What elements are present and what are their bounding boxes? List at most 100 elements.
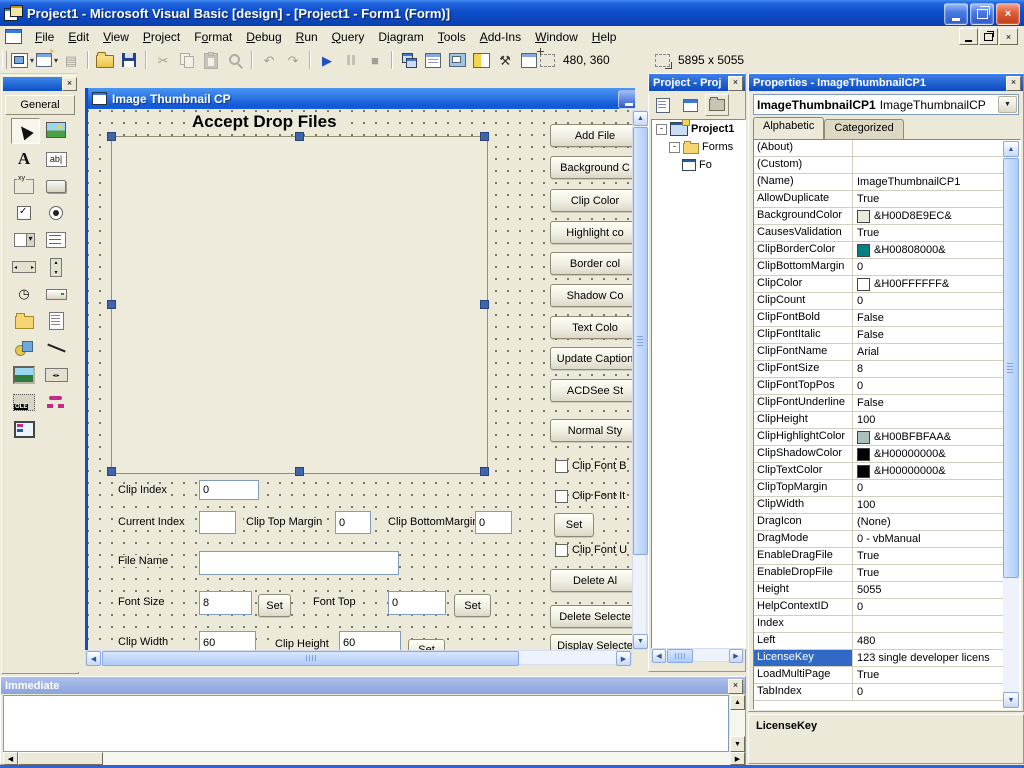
menu-window[interactable]: Window (528, 28, 585, 46)
project-explorer-close-button[interactable]: × (728, 76, 743, 91)
immediate-text-area[interactable] (3, 695, 729, 752)
property-row-tabindex[interactable]: TabIndex0 (754, 684, 1003, 701)
form-designer-titlebar[interactable]: Image Thumbnail CP (88, 88, 635, 109)
property-row-dragicon[interactable]: DragIcon(None) (754, 514, 1003, 531)
menu-debug[interactable]: Debug (239, 28, 288, 46)
selection-handle[interactable] (480, 467, 489, 476)
tool-ole[interactable] (11, 390, 38, 414)
form-minimize-button[interactable] (618, 90, 635, 109)
tree-node-forms[interactable]: -Forms (652, 138, 745, 156)
side-button-background-c[interactable]: Background C (550, 156, 632, 179)
tool-line[interactable] (43, 336, 70, 360)
property-row-clipfontsize[interactable]: ClipFontSize8 (754, 361, 1003, 378)
property-row-cliptextcolor[interactable]: ClipTextColor&H00000000& (754, 463, 1003, 480)
mdi-horizontal-scrollbar[interactable]: ◀ ▶ (85, 650, 632, 665)
mdi-minimize-button[interactable] (959, 28, 978, 45)
save-project-group-button[interactable] (118, 49, 140, 71)
property-value[interactable]: False (853, 327, 1003, 344)
property-value[interactable]: 123 single developer licens (853, 650, 1003, 667)
property-row-index[interactable]: Index (754, 616, 1003, 633)
property-row-backgroundcolor[interactable]: BackgroundColor&H00D8E9EC& (754, 208, 1003, 225)
add-form-dropdown-icon[interactable]: ▾ (54, 56, 58, 65)
side-button-add-file[interactable]: Add File (550, 124, 632, 147)
vertical-scroll-thumb[interactable] (633, 127, 648, 555)
property-row-enabledropfile[interactable]: EnableDropFileTrue (754, 565, 1003, 582)
property-row-custom[interactable]: (Custom) (754, 157, 1003, 174)
menu-tools[interactable]: Tools (431, 28, 473, 46)
tool-checkbox[interactable] (11, 201, 38, 225)
add-project-dropdown-icon[interactable]: ▾ (30, 56, 34, 65)
property-row-clipcount[interactable]: ClipCount0 (754, 293, 1003, 310)
tool-textbox[interactable] (43, 147, 70, 171)
tree-node-fo[interactable]: Fo (652, 156, 745, 174)
tool-frame[interactable] (11, 174, 38, 198)
checkbox-clip-font-b[interactable] (555, 460, 568, 473)
selection-handle[interactable] (295, 132, 304, 141)
mdi-restore-button[interactable] (979, 28, 998, 45)
selection-handle[interactable] (107, 132, 116, 141)
side-button-update-caption[interactable]: Update Caption (550, 347, 632, 370)
property-value[interactable]: 480 (853, 633, 1003, 650)
current-index-input[interactable] (199, 511, 236, 534)
chevron-down-icon[interactable]: ▼ (998, 96, 1017, 113)
property-row-loadmultipage[interactable]: LoadMultiPageTrue (754, 667, 1003, 684)
tool-combobox[interactable] (11, 228, 38, 252)
form-design-surface[interactable]: Accept Drop Files Clip Index Current Ind… (88, 109, 632, 650)
property-value[interactable]: &H00000000& (853, 446, 1003, 463)
action-button-display-selecte[interactable]: Display Selecte (550, 634, 632, 650)
selection-handle[interactable] (107, 300, 116, 309)
property-value[interactable]: &H00BFBFAA& (853, 429, 1003, 446)
object-combobox[interactable]: ImageThumbnailCP1 ImageThumbnailCP ▼ (753, 94, 1019, 115)
selection-handle[interactable] (295, 467, 304, 476)
menu-help[interactable]: Help (585, 28, 624, 46)
property-value[interactable]: (None) (853, 514, 1003, 531)
clip-width-input[interactable] (199, 631, 256, 650)
property-row-clipfontitalic[interactable]: ClipFontItalicFalse (754, 327, 1003, 344)
property-value[interactable]: 0 (853, 480, 1003, 497)
property-value[interactable]: 5055 (853, 582, 1003, 599)
property-value[interactable]: 0 - vbManual (853, 531, 1003, 548)
property-value[interactable]: False (853, 310, 1003, 327)
immediate-close-button[interactable]: × (728, 679, 743, 694)
property-value[interactable] (853, 140, 1003, 157)
menu-query[interactable]: Query (325, 28, 372, 46)
side-button-acdsee-st[interactable]: ACDSee St (550, 379, 632, 402)
tool-image[interactable] (11, 363, 38, 387)
scroll-track[interactable] (103, 752, 730, 765)
scroll-up-icon[interactable]: ▲ (730, 695, 745, 710)
menu-format[interactable]: Format (187, 28, 239, 46)
property-value[interactable]: &H00808000& (853, 242, 1003, 259)
scroll-right-icon[interactable]: ▶ (729, 649, 743, 663)
toggle-folders-button[interactable] (705, 94, 729, 116)
selection-handle[interactable] (480, 300, 489, 309)
data-view-button[interactable] (518, 49, 540, 71)
tool-listbox[interactable] (43, 228, 70, 252)
toolbox-button[interactable]: ⚒ (494, 49, 516, 71)
clip-index-input[interactable] (199, 480, 259, 500)
scroll-left-icon[interactable]: ◀ (652, 649, 666, 663)
scroll-down-icon[interactable]: ▼ (633, 634, 648, 649)
side-button-highlight-co[interactable]: Highlight co (550, 221, 632, 244)
menu-view[interactable]: View (96, 28, 136, 46)
start-button[interactable]: ▶ (316, 49, 338, 71)
property-value[interactable]: 0 (853, 378, 1003, 395)
property-value[interactable]: True (853, 548, 1003, 565)
tool-timer[interactable]: ◷ (11, 282, 38, 306)
property-value[interactable]: 8 (853, 361, 1003, 378)
tool-filelistbox[interactable] (43, 309, 70, 333)
properties-vertical-scrollbar[interactable]: ▲ ▼ (1003, 141, 1019, 708)
project-explorer-button[interactable] (398, 49, 420, 71)
property-row-clipfontbold[interactable]: ClipFontBoldFalse (754, 310, 1003, 327)
properties-window-button[interactable] (422, 49, 444, 71)
set-font-top-button[interactable]: Set (454, 594, 491, 617)
property-row-clipfontname[interactable]: ClipFontNameArial (754, 344, 1003, 361)
toolbox-tab-general[interactable]: General (5, 95, 75, 115)
scroll-up-icon[interactable]: ▲ (633, 111, 648, 126)
minimize-button[interactable] (944, 3, 968, 25)
tool-dirlistbox[interactable] (11, 309, 38, 333)
property-value[interactable]: Arial (853, 344, 1003, 361)
property-value[interactable]: &H00D8E9EC& (853, 208, 1003, 225)
scroll-right-icon[interactable]: ▶ (616, 651, 631, 666)
property-value[interactable]: True (853, 191, 1003, 208)
menu-diagram[interactable]: Diagram (371, 28, 430, 46)
